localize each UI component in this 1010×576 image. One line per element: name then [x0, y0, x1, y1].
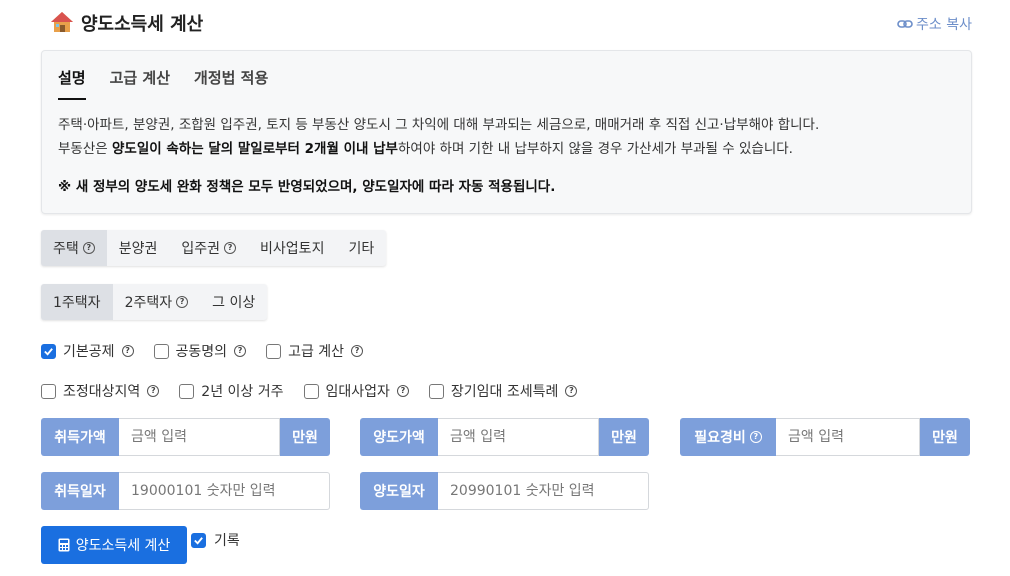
- link-icon: [897, 20, 913, 28]
- house-count-one-label: 1주택자: [53, 295, 101, 311]
- page-title: 양도소득세 계산: [81, 14, 204, 35]
- tab-advanced-calc[interactable]: 고급 계산: [110, 67, 170, 100]
- house-count-selector: 1주택자 2주택자 ? 그 이상: [41, 284, 268, 320]
- acquire-date-group: 취득일자: [41, 472, 330, 510]
- help-icon[interactable]: ?: [121, 345, 134, 357]
- property-type-other[interactable]: 기타: [336, 230, 386, 266]
- description-line-2: 부동산은 양도일이 속하는 달의 말일로부터 2개월 이내 납부하여야 하며 기…: [58, 137, 958, 161]
- house-count-two-label: 2주택자: [124, 295, 173, 311]
- transfer-date-input[interactable]: [438, 472, 649, 510]
- advanced-calc-label: 고급 계산: [288, 344, 345, 360]
- expenses-unit: 만원: [920, 418, 970, 456]
- house-count-more-label: 그 이상: [212, 295, 256, 311]
- record-label: 기록: [214, 533, 240, 549]
- checkbox-unchecked[interactable]: [41, 383, 56, 399]
- policy-notice: ※ 새 정부의 양도세 완화 정책은 모두 반영되었으며, 양도일자에 따라 자…: [58, 179, 556, 195]
- transfer-date-group: 양도일자: [360, 472, 649, 510]
- transfer-price-group: 양도가액 만원: [360, 418, 649, 456]
- property-type-house[interactable]: 주택 ?: [41, 230, 107, 266]
- advanced-calc-checkbox[interactable]: 고급 계산 ?: [266, 341, 364, 361]
- basic-deduction-label: 기본공제: [63, 344, 115, 360]
- acquire-price-label: 취득가액: [41, 418, 119, 456]
- long-term-rental-label: 장기임대 조세특례: [450, 384, 559, 400]
- info-tabs: 설명 고급 계산 개정법 적용: [58, 67, 292, 100]
- checkbox-unchecked[interactable]: [266, 343, 282, 359]
- property-type-selector: 주택 ? 분양권 입주권 ? 비사업토지 기타: [41, 230, 387, 266]
- options-row-2: 조정대상지역 ? 2년 이상 거주 임대사업자 ? 장기임대 조세특례 ?: [41, 381, 597, 401]
- calculate-tax-label: 양도소득세 계산: [75, 538, 171, 554]
- property-type-occupancy-right[interactable]: 입주권 ?: [169, 230, 248, 266]
- property-type-nonbusiness-land-label: 비사업토지: [260, 241, 325, 257]
- help-icon[interactable]: ?: [147, 385, 160, 397]
- description-line-2-post: 하여야 하며 기한 내 납부하지 않을 경우 가산세가 부과될 수 있습니다.: [397, 141, 793, 157]
- tab-revised-law[interactable]: 개정법 적용: [194, 67, 268, 100]
- check-icon: [194, 536, 203, 545]
- joint-ownership-checkbox[interactable]: 공동명의 ?: [153, 341, 247, 361]
- record-checkbox[interactable]: 기록: [191, 530, 240, 550]
- description-text: 주택·아파트, 분양권, 조합원 입주권, 토지 등 부동산 양도시 그 차익에…: [58, 113, 958, 161]
- expenses-label: 필요경비 ?: [680, 418, 776, 456]
- property-type-other-label: 기타: [348, 241, 375, 257]
- checkbox-unchecked[interactable]: [303, 383, 319, 399]
- long-term-rental-checkbox[interactable]: 장기임대 조세특례 ?: [428, 381, 578, 401]
- copy-address-label: 주소 복사: [916, 17, 972, 33]
- page-header: 양도소득세 계산 주소 복사: [50, 8, 972, 38]
- description-line-2-pre: 부동산은: [58, 141, 112, 157]
- acquire-price-unit: 만원: [280, 418, 330, 456]
- checkbox-unchecked[interactable]: [428, 383, 444, 399]
- help-icon[interactable]: ?: [82, 242, 95, 254]
- regulated-area-checkbox[interactable]: 조정대상지역 ?: [41, 381, 160, 401]
- expenses-input[interactable]: [776, 418, 920, 456]
- check-icon: [44, 347, 53, 356]
- options-row-1: 기본공제 ? 공동명의 ? 고급 계산 ?: [41, 341, 383, 361]
- checkbox-checked[interactable]: [191, 532, 206, 548]
- help-icon[interactable]: ?: [396, 385, 409, 397]
- info-card: 설명 고급 계산 개정법 적용 주택·아파트, 분양권, 조합원 입주권, 토지…: [41, 50, 972, 214]
- property-type-house-label: 주택: [53, 241, 79, 257]
- house-count-one[interactable]: 1주택자: [41, 284, 113, 320]
- property-type-nonbusiness-land[interactable]: 비사업토지: [248, 230, 336, 266]
- house-icon: [51, 12, 73, 32]
- property-type-presale[interactable]: 분양권: [107, 230, 170, 266]
- house-count-two[interactable]: 2주택자 ?: [113, 284, 201, 320]
- help-icon[interactable]: ?: [565, 385, 578, 397]
- checkbox-unchecked[interactable]: [179, 383, 195, 399]
- expenses-label-text: 필요경비: [694, 430, 746, 446]
- acquire-price-input[interactable]: [119, 418, 280, 456]
- calculator-icon: [58, 538, 70, 552]
- transfer-price-unit: 만원: [599, 418, 649, 456]
- property-type-presale-label: 분양권: [118, 241, 158, 257]
- description-line-1: 주택·아파트, 분양권, 조합원 입주권, 토지 등 부동산 양도시 그 차익에…: [58, 117, 820, 133]
- help-icon[interactable]: ?: [749, 431, 762, 443]
- description-line-2-bold: 양도일이 속하는 달의 말일로부터 2개월 이내 납부: [111, 141, 398, 157]
- acquire-date-label: 취득일자: [41, 472, 119, 510]
- help-icon[interactable]: ?: [176, 296, 189, 308]
- house-count-more[interactable]: 그 이상: [200, 284, 267, 320]
- help-icon[interactable]: ?: [234, 345, 247, 357]
- copy-address-link[interactable]: 주소 복사: [897, 14, 972, 34]
- help-icon[interactable]: ?: [351, 345, 364, 357]
- expenses-group: 필요경비 ? 만원: [680, 418, 970, 456]
- tab-description[interactable]: 설명: [58, 67, 86, 100]
- acquire-price-group: 취득가액 만원: [41, 418, 330, 456]
- checkbox-unchecked[interactable]: [153, 343, 169, 359]
- calculate-tax-button[interactable]: 양도소득세 계산: [41, 526, 187, 564]
- basic-deduction-checkbox[interactable]: 기본공제 ?: [41, 341, 134, 361]
- help-icon[interactable]: ?: [224, 242, 237, 254]
- transfer-price-input[interactable]: [438, 418, 599, 456]
- rental-business-checkbox[interactable]: 임대사업자 ?: [303, 381, 409, 401]
- two-year-residence-checkbox[interactable]: 2년 이상 거주: [179, 381, 284, 401]
- transfer-price-label: 양도가액: [360, 418, 438, 456]
- two-year-residence-label: 2년 이상 거주: [201, 384, 284, 400]
- regulated-area-label: 조정대상지역: [63, 384, 141, 400]
- joint-ownership-label: 공동명의: [175, 344, 228, 360]
- checkbox-checked[interactable]: [41, 343, 56, 359]
- property-type-occupancy-right-label: 입주권: [181, 241, 221, 257]
- rental-business-label: 임대사업자: [325, 384, 390, 400]
- acquire-date-input[interactable]: [119, 472, 330, 510]
- transfer-date-label: 양도일자: [360, 472, 438, 510]
